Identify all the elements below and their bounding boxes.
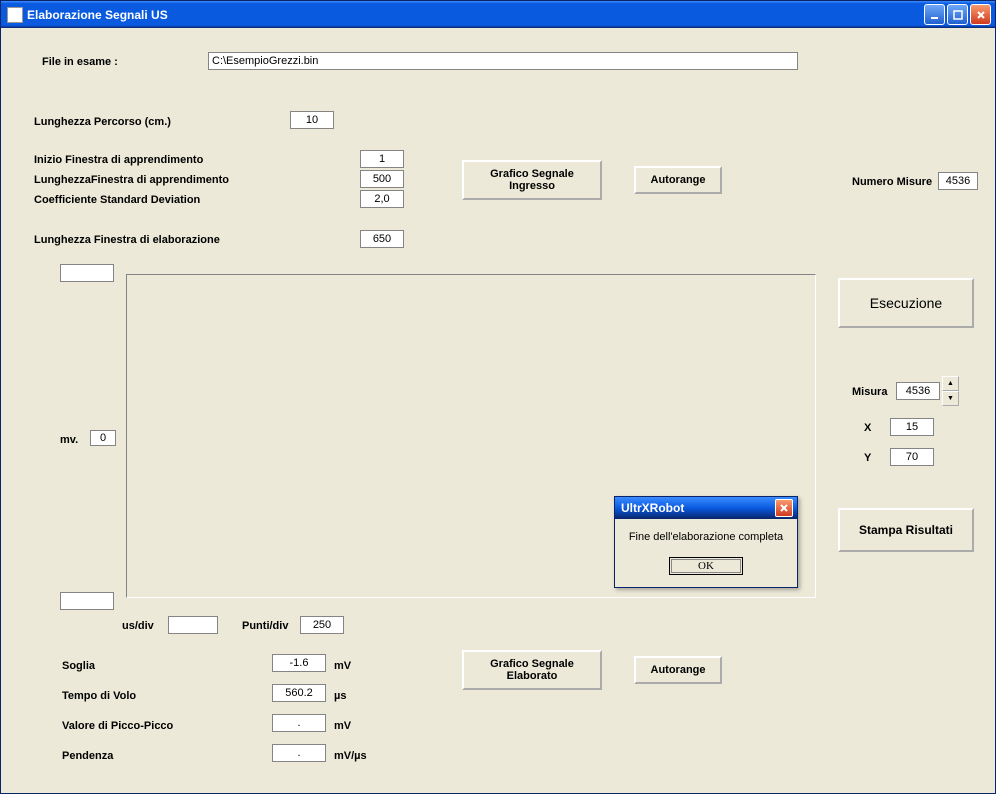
inizio-finestra-input[interactable] xyxy=(360,150,404,168)
x-label: X xyxy=(864,422,871,434)
soglia-unit: mV xyxy=(334,660,351,672)
dialog-box: UltrXRobot Fine dell'elaborazione comple… xyxy=(614,496,798,588)
dialog-message: Fine dell'elaborazione completa xyxy=(623,531,789,543)
file-label: File in esame : xyxy=(42,56,118,68)
autorange-top-button[interactable]: Autorange xyxy=(634,166,722,194)
lunghezza-percorso-input[interactable] xyxy=(290,111,334,129)
puntidiv-input[interactable] xyxy=(300,616,344,634)
dialog-close-button[interactable] xyxy=(775,499,793,517)
autorange-bottom-button[interactable]: Autorange xyxy=(634,656,722,684)
dialog-titlebar[interactable]: UltrXRobot xyxy=(615,497,797,519)
graph-bottom-box[interactable] xyxy=(60,592,114,610)
esecuzione-button[interactable]: Esecuzione xyxy=(838,278,974,328)
coeff-std-input[interactable] xyxy=(360,190,404,208)
numero-misure-label: Numero Misure xyxy=(852,176,932,188)
dialog-ok-button[interactable]: OK xyxy=(669,557,743,575)
tempo-input[interactable] xyxy=(272,684,326,702)
tempo-label: Tempo di Volo xyxy=(62,690,136,702)
tempo-unit: µs xyxy=(334,690,346,702)
misura-down[interactable]: ▼ xyxy=(942,391,959,406)
lunghezza-finestra-appr-label: LunghezzaFinestra di apprendimento xyxy=(34,174,229,186)
picco-input[interactable] xyxy=(272,714,326,732)
puntidiv-label: Punti/div xyxy=(242,620,288,632)
usdiv-input[interactable] xyxy=(168,616,218,634)
stampa-risultati-button[interactable]: Stampa Risultati xyxy=(838,508,974,552)
misura-up[interactable]: ▲ xyxy=(942,376,959,391)
lunghezza-finestra-appr-input[interactable] xyxy=(360,170,404,188)
lunghezza-finestra-elab-label: Lunghezza Finestra di elaborazione xyxy=(34,234,220,246)
minimize-button[interactable] xyxy=(924,4,945,25)
grafico-elaborato-button[interactable]: Grafico Segnale Elaborato xyxy=(462,650,602,690)
x-input[interactable] xyxy=(890,418,934,436)
file-input[interactable] xyxy=(208,52,798,70)
misura-input[interactable] xyxy=(896,382,940,400)
mv-input[interactable] xyxy=(90,430,116,446)
window-title: Elaborazione Segnali US xyxy=(27,8,924,22)
dialog-title: UltrXRobot xyxy=(621,501,775,515)
titlebar[interactable]: Elaborazione Segnali US xyxy=(1,1,995,28)
client-area: File in esame : Lunghezza Percorso (cm.)… xyxy=(4,28,992,790)
lunghezza-percorso-label: Lunghezza Percorso (cm.) xyxy=(34,116,171,128)
maximize-button[interactable] xyxy=(947,4,968,25)
y-label: Y xyxy=(864,452,871,464)
misura-label: Misura xyxy=(852,386,887,398)
pendenza-unit: mV/µs xyxy=(334,750,367,762)
main-window: Elaborazione Segnali US File in esame : … xyxy=(0,0,996,794)
graph-top-box[interactable] xyxy=(60,264,114,282)
usdiv-label: us/div xyxy=(122,620,154,632)
mv-label: mv. xyxy=(60,434,78,446)
y-input[interactable] xyxy=(890,448,934,466)
soglia-label: Soglia xyxy=(62,660,95,672)
numero-misure-input[interactable] xyxy=(938,172,978,190)
lunghezza-finestra-elab-input[interactable] xyxy=(360,230,404,248)
grafico-ingresso-button[interactable]: Grafico Segnale Ingresso xyxy=(462,160,602,200)
pendenza-input[interactable] xyxy=(272,744,326,762)
soglia-input[interactable] xyxy=(272,654,326,672)
app-icon xyxy=(7,7,23,23)
pendenza-label: Pendenza xyxy=(62,750,113,762)
coeff-std-label: Coefficiente Standard Deviation xyxy=(34,194,200,206)
inizio-finestra-label: Inizio Finestra di apprendimento xyxy=(34,154,203,166)
close-button[interactable] xyxy=(970,4,991,25)
picco-label: Valore di Picco-Picco xyxy=(62,720,173,732)
misura-spinner[interactable]: ▲ ▼ xyxy=(942,376,959,406)
picco-unit: mV xyxy=(334,720,351,732)
